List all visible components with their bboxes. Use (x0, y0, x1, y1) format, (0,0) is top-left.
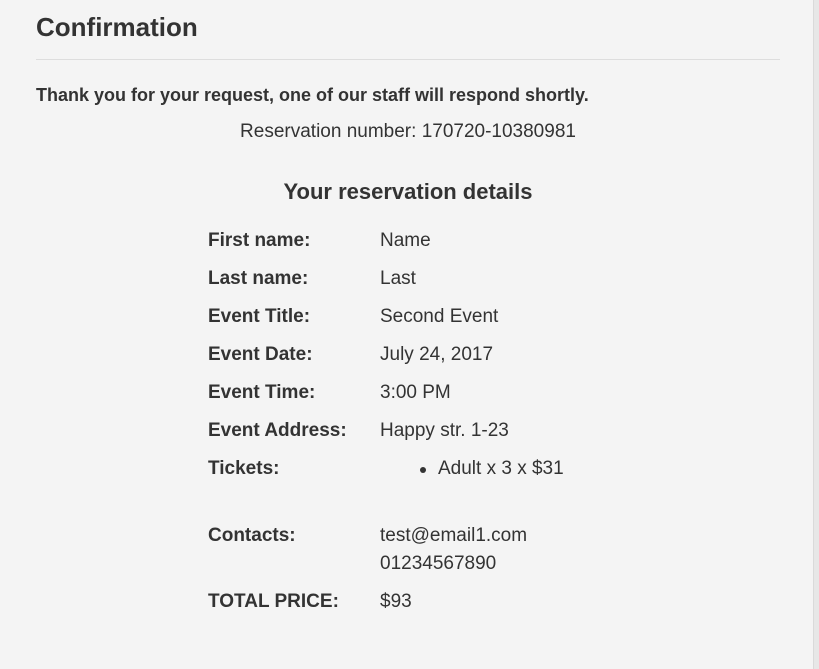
last-name-value: Last (380, 268, 416, 289)
event-address-label: Event Address: (208, 420, 347, 441)
first-name-label: First name: (208, 230, 311, 251)
event-time-value: 3:00 PM (380, 382, 451, 403)
total-price-label: TOTAL PRICE: (208, 591, 339, 612)
tickets-label: Tickets: (208, 458, 280, 479)
event-title-label: Event Title: (208, 306, 311, 327)
reservation-details-heading: Your reservation details (283, 179, 533, 204)
event-title-value: Second Event (380, 306, 499, 327)
event-time-label: Event Time: (208, 382, 316, 403)
event-address-value: Happy str. 1-23 (380, 420, 509, 441)
event-date-value: July 24, 2017 (380, 344, 494, 365)
contacts-label: Contacts: (208, 525, 296, 546)
last-name-label: Last name: (208, 268, 309, 289)
reservation-number: Reservation number: 170720-10380981 (240, 121, 576, 142)
contacts-value: test@email1.com 01234567890 (380, 522, 527, 578)
tickets-list: Adult x 3 x $31 (380, 455, 564, 483)
first-name-value: Name (380, 230, 431, 251)
title-divider (36, 59, 780, 60)
event-date-label: Event Date: (208, 344, 313, 365)
contact-phone: 01234567890 (380, 553, 497, 574)
thank-you-message: Thank you for your request, one of our s… (36, 85, 589, 105)
total-price-value: $93 (380, 591, 412, 612)
ticket-item: Adult x 3 x $31 (380, 455, 564, 483)
ticket-item-text: Adult x 3 x $31 (438, 458, 564, 479)
bullet-icon (420, 467, 426, 473)
page-title: Confirmation (36, 12, 198, 42)
contact-email: test@email1.com (380, 525, 528, 546)
page-right-edge (813, 0, 819, 669)
